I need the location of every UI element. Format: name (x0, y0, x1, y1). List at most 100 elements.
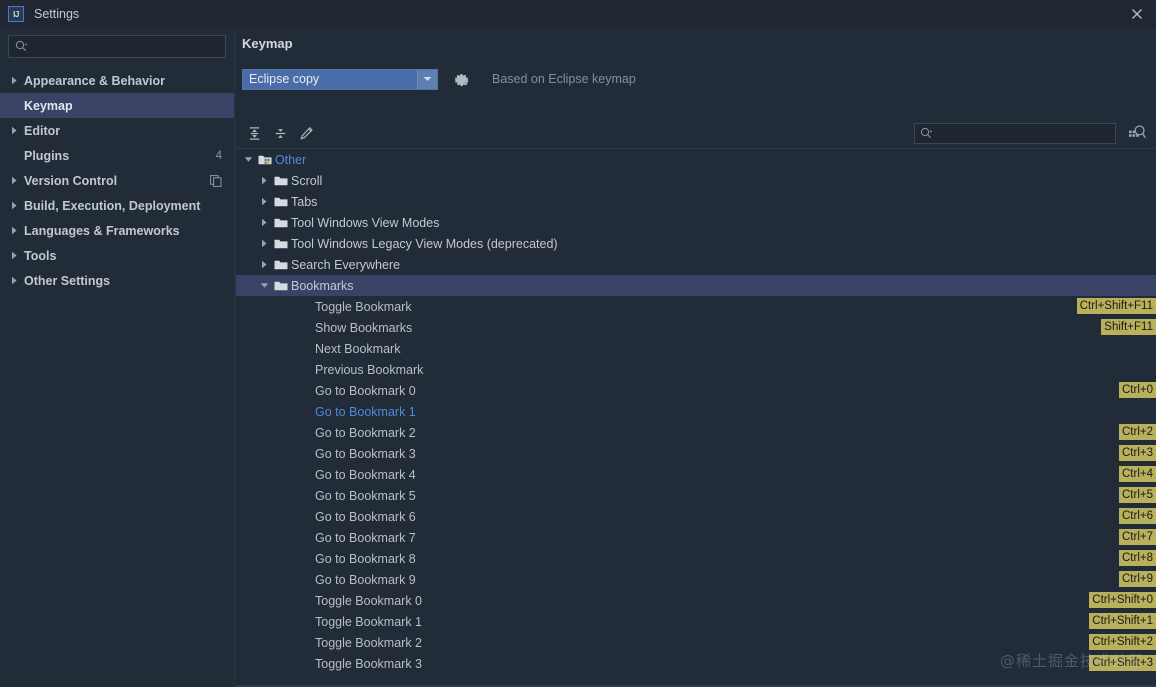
keymap-search-input[interactable] (937, 126, 1110, 140)
chevron-right-icon[interactable] (8, 201, 21, 210)
chevron-right-glyph (10, 176, 19, 185)
tree-row[interactable]: Tool Windows View Modes (236, 212, 1156, 233)
tree-row[interactable]: Go to Bookmark 0Ctrl+0 (236, 380, 1156, 401)
tree-row[interactable]: Other (236, 149, 1156, 170)
folder-icon (272, 254, 289, 275)
tree-row[interactable]: Go to Bookmark 5 Ctrl+5 (236, 485, 1156, 506)
chevron-right-icon[interactable] (8, 226, 21, 235)
logo-text: IJ (13, 10, 19, 19)
shortcut-badge[interactable]: Ctrl+7 (1119, 529, 1156, 545)
chevron-right-glyph (260, 176, 269, 185)
chevron-right-icon[interactable] (256, 170, 272, 191)
shortcut-badge[interactable]: Ctrl+6 (1119, 508, 1156, 524)
sidebar-item-other-settings[interactable]: Other Settings (0, 268, 234, 293)
tree-row[interactable]: Go to Bookmark 1 (236, 401, 1156, 422)
tree-row-label: Go to Bookmark 9 (315, 573, 416, 587)
expand-all-icon[interactable] (243, 122, 265, 144)
tree-row[interactable]: Go to Bookmark 7Ctrl+7 (236, 527, 1156, 548)
find-by-shortcut-icon[interactable] (1124, 121, 1150, 145)
tree-row[interactable]: Search Everywhere (236, 254, 1156, 275)
settings-sidebar: Appearance & BehaviorKeymapEditorPlugins… (0, 28, 235, 687)
shortcut-badge[interactable]: Ctrl+3 (1119, 445, 1156, 461)
sidebar-item-label: Version Control (24, 174, 117, 188)
chevron-right-icon[interactable] (8, 176, 21, 185)
chevron-down-icon[interactable] (417, 70, 437, 89)
folder-other-glyph (258, 154, 272, 166)
tree-row-label: Go to Bookmark 5 (315, 489, 416, 503)
tree-row[interactable]: Toggle Bookmark Ctrl+Shift+F11 (236, 296, 1156, 317)
tree-row[interactable]: Go to Bookmark 6Ctrl+6 (236, 506, 1156, 527)
sidebar-item-keymap[interactable]: Keymap (0, 93, 234, 118)
sidebar-item-languages-frameworks[interactable]: Languages & Frameworks (0, 218, 234, 243)
pencil-icon[interactable] (295, 122, 317, 144)
sidebar-item-build-execution-deployment[interactable]: Build, Execution, Deployment (0, 193, 234, 218)
tree-row[interactable]: Go to Bookmark 2Ctrl+2 (236, 422, 1156, 443)
tree-row[interactable]: Show BookmarksShift+F11 (236, 317, 1156, 338)
tree-row-label: Tool Windows Legacy View Modes (deprecat… (291, 237, 558, 251)
chevron-down-icon[interactable] (240, 149, 256, 170)
sidebar-item-label: Other Settings (24, 274, 110, 288)
tree-row[interactable]: Go to Bookmark 3Ctrl+3 (236, 443, 1156, 464)
tree-row[interactable]: Tabs (236, 191, 1156, 212)
settings-window: IJ Settings Appearance & BehaviorKeymapE… (0, 0, 1156, 687)
chevron-right-icon[interactable] (256, 191, 272, 212)
chevron-right-icon[interactable] (8, 276, 21, 285)
shortcut-badge[interactable]: Ctrl+Shift+0 (1089, 592, 1156, 608)
keymap-search-box[interactable] (914, 123, 1116, 144)
chevron-right-icon[interactable] (8, 76, 21, 85)
sidebar-item-plugins[interactable]: Plugins4 (0, 143, 234, 168)
keymap-toolbar (236, 118, 1156, 148)
sidebar-search-input[interactable] (32, 40, 219, 54)
shortcut-badge[interactable]: Shift+F11 (1101, 319, 1156, 335)
shortcut-badge[interactable]: Ctrl+0 (1119, 382, 1156, 398)
sidebar-item-appearance-behavior[interactable]: Appearance & Behavior (0, 68, 234, 93)
close-icon[interactable] (1118, 0, 1156, 28)
gear-icon[interactable] (454, 71, 470, 87)
tree-row[interactable]: Scroll (236, 170, 1156, 191)
window-title: Settings (34, 7, 79, 21)
chevron-right-icon[interactable] (256, 254, 272, 275)
sidebar-search-box[interactable] (8, 35, 226, 58)
chevron-right-icon[interactable] (256, 233, 272, 254)
folder-glyph (274, 196, 288, 208)
tree-row[interactable]: Go to Bookmark 8Ctrl+8 (236, 548, 1156, 569)
shortcut-badge[interactable]: Ctrl+Shift+F11 (1077, 298, 1156, 314)
intellij-logo-icon: IJ (8, 6, 24, 22)
chevron-right-glyph (10, 226, 19, 235)
chevron-right-icon[interactable] (8, 251, 21, 260)
tree-row-label: Search Everywhere (291, 258, 400, 272)
keymap-tree[interactable]: Other ScrollTabsTool Windows View Modes To… (236, 148, 1156, 687)
shortcut-badge[interactable]: Ctrl+Shift+2 (1089, 634, 1156, 650)
sidebar-item-editor[interactable]: Editor (0, 118, 234, 143)
tree-row[interactable]: Previous Bookmark (236, 359, 1156, 380)
tree-row[interactable]: Next Bookmark (236, 338, 1156, 359)
sidebar-item-tools[interactable]: Tools (0, 243, 234, 268)
shortcut-badge[interactable]: Ctrl+9 (1119, 571, 1156, 587)
tree-row[interactable]: Tool Windows Legacy View Modes (deprecat… (236, 233, 1156, 254)
shortcut-badge[interactable]: Ctrl+8 (1119, 550, 1156, 566)
tree-row[interactable]: Go to Bookmark 4Ctrl+4 (236, 464, 1156, 485)
tree-row[interactable]: Toggle Bookmark 2Ctrl+Shift+2 (236, 632, 1156, 653)
keymap-select[interactable]: Eclipse copy (242, 69, 438, 90)
collapse-all-icon[interactable] (269, 122, 291, 144)
keymap-select-value: Eclipse copy (243, 72, 417, 86)
shortcut-badge[interactable]: Ctrl+2 (1119, 424, 1156, 440)
tree-row[interactable]: Toggle Bookmark 1Ctrl+Shift+1 (236, 611, 1156, 632)
chevron-down-glyph (260, 281, 269, 290)
chevron-right-icon[interactable] (256, 212, 272, 233)
sidebar-item-label: Plugins (24, 149, 69, 163)
tree-row-label: Toggle Bookmark (315, 300, 412, 314)
tree-row[interactable]: Bookmarks (236, 275, 1156, 296)
shortcut-badge[interactable]: Ctrl+4 (1119, 466, 1156, 482)
tree-row[interactable]: Toggle Bookmark 3Ctrl+Shift+3 (236, 653, 1156, 674)
chevron-down-icon[interactable] (256, 275, 272, 296)
chevron-right-icon[interactable] (8, 126, 21, 135)
tree-row-label: Toggle Bookmark 0 (315, 594, 422, 608)
shortcut-badge[interactable]: Ctrl+Shift+3 (1089, 655, 1156, 671)
shortcut-badge[interactable]: Ctrl+Shift+1 (1089, 613, 1156, 629)
tree-row[interactable]: Go to Bookmark 9 Ctrl+9 (236, 569, 1156, 590)
sidebar-item-version-control[interactable]: Version Control (0, 168, 234, 193)
tree-row[interactable]: Toggle Bookmark 0 Ctrl+Shift+0 (236, 590, 1156, 611)
tree-row-label: Other (275, 153, 306, 167)
shortcut-badge[interactable]: Ctrl+5 (1119, 487, 1156, 503)
